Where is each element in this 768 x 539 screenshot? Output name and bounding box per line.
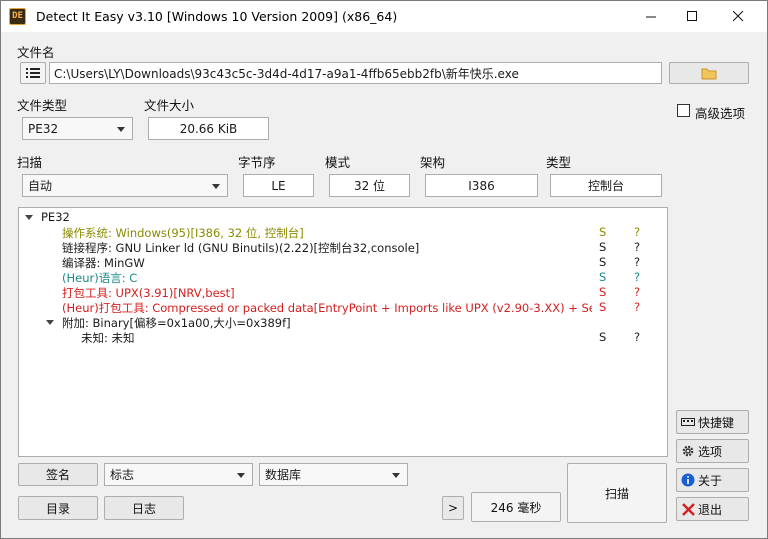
about-button[interactable]: 关于 <box>676 468 749 492</box>
title-bar[interactable]: DE Detect It Easy v3.10 [Windows 10 Vers… <box>1 1 767 32</box>
main-window: DE Detect It Easy v3.10 [Windows 10 Vers… <box>0 0 768 539</box>
tree-row-s: S <box>599 285 607 299</box>
scan-button[interactable]: 扫描 <box>567 463 667 523</box>
tree-row-text: 操作系统: Windows(95)[I386, 32 位, 控制台] <box>62 226 304 240</box>
close-button[interactable] <box>715 1 761 32</box>
tree-row-s: S <box>599 330 607 344</box>
flags-value: 标志 <box>110 468 135 482</box>
maximize-button[interactable] <box>669 1 715 32</box>
minimize-icon <box>645 16 656 18</box>
chevron-down-icon <box>392 472 400 478</box>
exit-x-icon <box>681 502 695 516</box>
tree-overlay-row[interactable]: 附加: Binary[偏移=0x1a00,大小=0x389f] <box>19 315 667 330</box>
signatures-button[interactable]: 签名 <box>18 463 98 486</box>
results-tree[interactable]: PE32 操作系统: Windows(95)[I386, 32 位, 控制台] … <box>18 207 668 457</box>
tree-row-s: S <box>599 255 607 269</box>
file-path-input[interactable]: C:\Users\LY\Downloads\93c43c5c-3d4d-4d17… <box>49 62 662 84</box>
tree-row-s: S <box>599 300 607 314</box>
tree-row[interactable]: 链接程序: GNU Linker ld (GNU Binutils)(2.22)… <box>19 240 667 255</box>
directory-button[interactable]: 目录 <box>18 496 98 520</box>
tree-row-text: (Heur)语言: C <box>62 271 138 285</box>
tree-row-s: S <box>599 225 607 239</box>
file-size-label: 文件大小 <box>144 98 195 113</box>
chevron-down-icon <box>117 126 125 132</box>
endianness-value: LE <box>243 174 314 197</box>
elapsed-time: 246 毫秒 <box>471 492 561 522</box>
tree-root-label: PE32 <box>41 210 70 224</box>
tree-row[interactable]: (Heur)语言: C S ? <box>19 270 667 285</box>
tree-row-text: 编译器: MinGW <box>62 256 145 270</box>
advanced-options-label: 高级选项 <box>695 106 746 121</box>
chevron-down-icon <box>237 472 245 478</box>
tree-row-text: 打包工具: UPX(3.91)[NRV,best] <box>62 286 235 300</box>
flags-select[interactable]: 标志 <box>104 463 253 486</box>
tree-row[interactable]: (Heur)打包工具: Compressed or packed data[En… <box>19 300 667 315</box>
arch-value: I386 <box>425 174 538 197</box>
info-icon <box>681 473 695 487</box>
keyboard-icon <box>681 415 695 429</box>
tree-row-text: (Heur)打包工具: Compressed or packed data[En… <box>62 301 592 315</box>
scan-mode-value: 自动 <box>28 179 53 193</box>
tree-row-text: 链接程序: GNU Linker ld (GNU Binutils)(2.22)… <box>62 241 420 255</box>
maximize-icon <box>686 11 697 21</box>
arch-label: 架构 <box>420 155 446 170</box>
expand-arrow-icon[interactable] <box>25 215 33 220</box>
endianness-label: 字节序 <box>238 155 276 170</box>
about-label: 关于 <box>698 473 723 488</box>
expand-arrow-icon[interactable] <box>46 320 54 325</box>
tree-row[interactable]: 操作系统: Windows(95)[I386, 32 位, 控制台] S ? <box>19 225 667 240</box>
tree-row-q: ? <box>634 330 641 344</box>
options-button[interactable]: 选项 <box>676 439 749 463</box>
folder-icon <box>701 68 717 79</box>
log-button[interactable]: 日志 <box>104 496 184 520</box>
minimize-button[interactable] <box>628 1 674 32</box>
scan-label: 扫描 <box>17 155 43 170</box>
exit-button[interactable]: 退出 <box>676 497 749 521</box>
file-type-select[interactable]: PE32 <box>22 117 133 140</box>
advanced-options-checkbox[interactable] <box>677 104 690 117</box>
mode-label: 模式 <box>325 155 351 170</box>
file-size-value: 20.66 KiB <box>148 117 269 140</box>
tree-row[interactable]: 打包工具: UPX(3.91)[NRV,best] S ? <box>19 285 667 300</box>
file-menu-button[interactable] <box>20 62 46 84</box>
tree-row-q: ? <box>634 285 641 299</box>
options-label: 选项 <box>698 444 723 459</box>
tree-row-text: 附加: Binary[偏移=0x1a00,大小=0x389f] <box>62 316 291 330</box>
exit-label: 退出 <box>698 502 723 517</box>
tree-row-q: ? <box>634 225 641 239</box>
mode-value: 32 位 <box>329 174 410 197</box>
type-value: 控制台 <box>550 174 662 197</box>
next-button[interactable]: > <box>442 496 464 520</box>
close-icon <box>732 11 743 22</box>
scan-mode-select[interactable]: 自动 <box>22 174 228 197</box>
tree-row-q: ? <box>634 270 641 284</box>
tree-row-q: ? <box>634 255 641 269</box>
tree-row[interactable]: 编译器: MinGW S ? <box>19 255 667 270</box>
tree-row-q: ? <box>634 300 641 314</box>
file-type-value: PE32 <box>28 121 59 136</box>
open-file-button[interactable] <box>669 62 749 84</box>
file-name-label: 文件名 <box>17 45 55 60</box>
app-logo-icon: DE <box>9 8 26 25</box>
tree-row-text: 未知: 未知 <box>81 331 135 345</box>
list-icon <box>26 68 40 78</box>
file-type-label: 文件类型 <box>17 98 68 113</box>
shortcuts-label: 快捷键 <box>698 415 735 430</box>
tree-row-s: S <box>599 240 607 254</box>
window-title: Detect It Easy v3.10 [Windows 10 Version… <box>36 9 398 24</box>
chevron-down-icon <box>212 183 220 189</box>
shortcuts-button[interactable]: 快捷键 <box>676 410 749 434</box>
tree-root-row[interactable]: PE32 <box>19 210 667 225</box>
gear-icon <box>681 444 695 458</box>
database-value: 数据库 <box>265 468 302 482</box>
tree-row-q: ? <box>634 240 641 254</box>
tree-row-s: S <box>599 270 607 284</box>
tree-row[interactable]: 未知: 未知 S ? <box>19 330 667 345</box>
type-label: 类型 <box>546 155 572 170</box>
database-select[interactable]: 数据库 <box>259 463 408 486</box>
